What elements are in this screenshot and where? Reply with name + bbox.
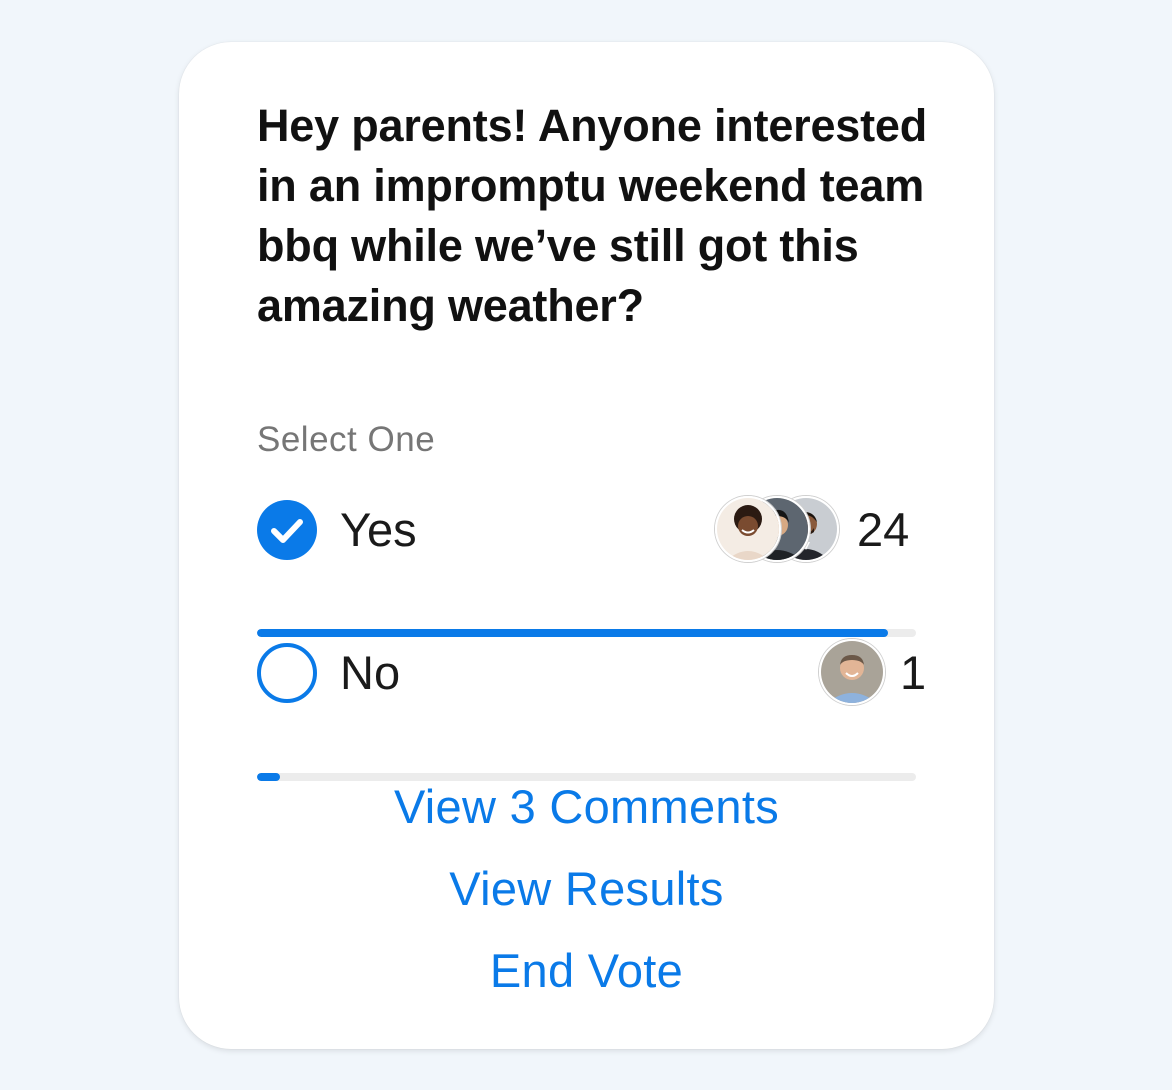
unchecked-radio-icon[interactable] (257, 643, 317, 703)
option-label: No (340, 646, 401, 699)
vote-count: 24 (857, 503, 910, 556)
option-label: Yes (340, 503, 417, 556)
progress-fill-yes (257, 629, 889, 637)
view-results-link[interactable]: View Results (179, 861, 994, 917)
poll-question: Hey parents! Anyone interested in an imp… (257, 100, 928, 331)
poll-instruction: Select One (257, 420, 436, 459)
progress-bar-yes (257, 629, 916, 637)
poll-option-yes[interactable]: Yes 24 (257, 496, 917, 566)
vote-count: 1 (900, 646, 927, 699)
checked-radio-icon[interactable] (257, 500, 317, 560)
end-vote-link[interactable]: End Vote (179, 943, 994, 999)
voter-avatar-stack[interactable] (819, 639, 885, 705)
view-comments-link[interactable]: View 3 Comments (179, 779, 994, 835)
voter-avatar-stack[interactable] (715, 496, 839, 562)
man-bald-smiling-avatar (819, 639, 885, 705)
woman-curly-hair-avatar (715, 496, 781, 562)
poll-card: Hey parents! Anyone interested in an imp… (179, 42, 994, 1049)
poll-option-no[interactable]: No 1 (257, 639, 926, 709)
